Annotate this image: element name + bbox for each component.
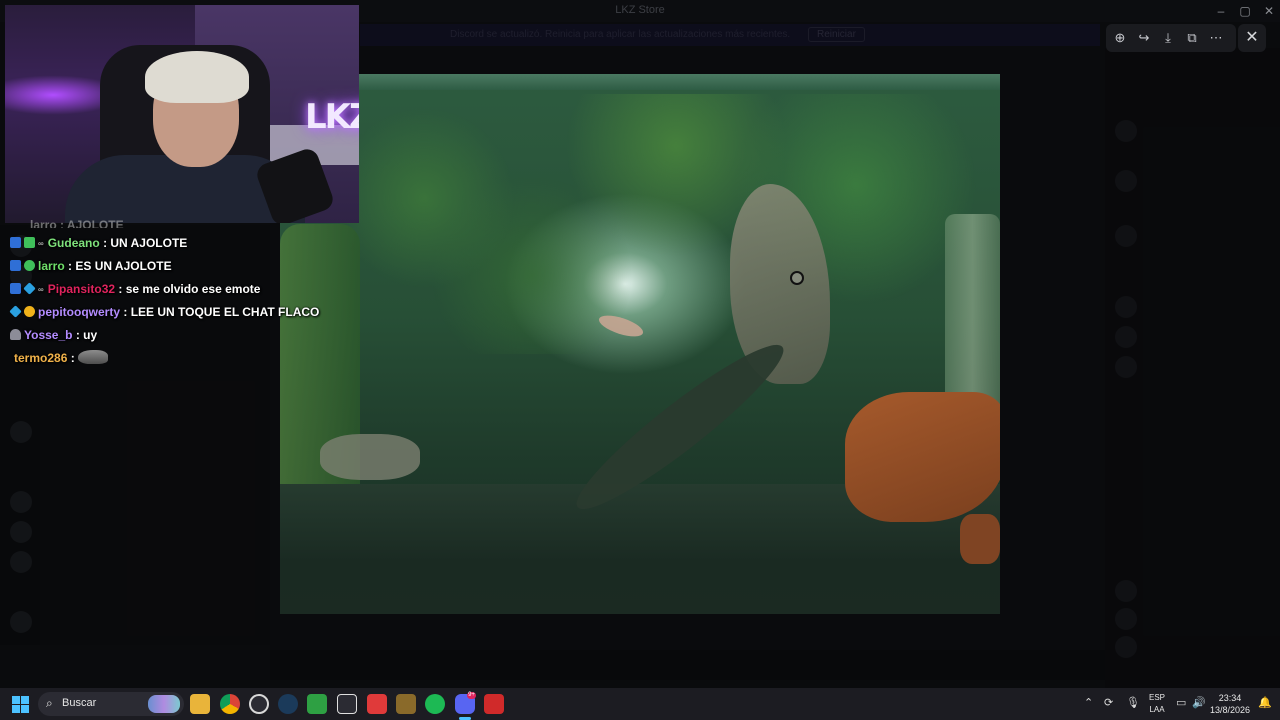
chat-text: : ES UN AJOLOTE (68, 259, 172, 273)
window-close-icon[interactable]: ✕ (1258, 2, 1280, 20)
chrome-icon[interactable] (220, 694, 240, 714)
chat-username: Gudeano (47, 236, 100, 250)
chat-text: : LEE UN TOQUE EL CHAT FLACO (123, 305, 320, 319)
image-aquarium-rim (280, 74, 1000, 90)
image-viewer-toolbar: ⊕ ↪ ⤓ ⧉ ⋯ (1106, 24, 1236, 52)
image-driftwood-piece (960, 514, 1000, 564)
chat-username: pepitooqwerty (38, 305, 121, 319)
aquarium-image[interactable] (280, 74, 1000, 614)
check-badge-icon (24, 260, 35, 271)
sub-badge-icon: ∞ (38, 239, 44, 248)
app-tools-icon[interactable] (396, 694, 416, 714)
sync-icon[interactable]: ⟳ (1104, 696, 1113, 709)
webcam-neon-sign: LKZ (305, 97, 359, 137)
chat-username: Yosse_b (24, 328, 73, 342)
language-code: ESP (1148, 693, 1165, 702)
webcam-person-hair (145, 51, 249, 103)
language-indicator[interactable]: ESP LAA (1146, 692, 1168, 716)
clock-time: 23:34 (1218, 693, 1242, 703)
image-plants (280, 94, 1000, 354)
taskbar-search[interactable]: ⌕ Buscar (38, 692, 184, 716)
download-icon[interactable]: ⤓ (1156, 24, 1180, 52)
car-emote-icon (78, 350, 109, 364)
app-terminal-icon[interactable] (337, 694, 357, 714)
chevron-up-icon[interactable]: ⌃ (1084, 696, 1093, 709)
keyboard-layout: LAA (1149, 705, 1165, 714)
app-news-icon[interactable] (484, 694, 504, 714)
chat-username: termo286 (14, 351, 68, 365)
windows-start-icon[interactable] (12, 696, 29, 713)
chat-message: Yosse_b : uy (10, 328, 97, 348)
chat-username: Pipansito32 (47, 282, 116, 296)
chat-message: ∞ Gudeano : UN AJOLOTE (10, 236, 187, 256)
maximize-icon[interactable]: ▢ (1234, 2, 1256, 20)
chat-text: : se me olvido ese emote (118, 282, 261, 296)
image-stone (320, 434, 420, 480)
volume-icon[interactable]: 🔊 (1192, 696, 1206, 709)
prime-badge-icon (10, 237, 21, 248)
open-external-icon[interactable]: ⧉ (1180, 24, 1204, 52)
chat-message: pepitooqwerty : LEE UN TOQUE EL CHAT FLA… (9, 305, 320, 325)
image-glass-tube (945, 214, 1000, 414)
obs-icon[interactable] (249, 694, 269, 714)
chat-text: : (70, 351, 75, 365)
windows-taskbar: ⌕ Buscar 9+ ⌃ ⟳ 🎙 ESP LAA ▭ 🔊 23:34 13/8… (0, 688, 1280, 720)
network-icon[interactable]: ▭ (1176, 696, 1186, 709)
search-label: Buscar (62, 697, 97, 709)
notifications-icon[interactable]: 🔔 (1258, 696, 1272, 709)
search-highlight-icon (148, 695, 180, 713)
chat-username: larro (38, 259, 65, 273)
chat-message: larro : ES UN AJOLOTE (10, 259, 172, 279)
chat-message: ∞ Pipansito32 : se me olvido ese emote (10, 282, 260, 302)
app-green-icon[interactable] (307, 694, 327, 714)
image-driftwood (845, 392, 1000, 522)
more-icon[interactable]: ⋯ (1204, 24, 1228, 52)
diamond-badge-icon (9, 305, 22, 318)
spotify-icon[interactable] (425, 694, 445, 714)
zoom-cursor-icon (790, 271, 804, 285)
search-icon: ⌕ (46, 696, 53, 710)
webcam-overlay: LKZ (5, 5, 359, 223)
forward-icon[interactable]: ↪ (1132, 24, 1156, 52)
steam-icon[interactable] (278, 694, 298, 714)
diamond-badge-icon (23, 282, 36, 295)
stream-chat: ∞ Gudeano : UN AJOLOTE larro : ES UN AJOL… (0, 218, 340, 378)
chat-text: : uy (75, 328, 98, 342)
gold-badge-icon (24, 306, 35, 317)
sub-badge-icon: ∞ (38, 285, 44, 294)
minimize-icon[interactable]: – (1210, 2, 1232, 20)
taskbar-clock[interactable]: 23:34 13/8/2026 (1206, 692, 1254, 716)
chat-text: : UN AJOLOTE (103, 236, 188, 250)
app-red-icon[interactable] (367, 694, 387, 714)
gem-badge-icon (24, 237, 35, 248)
discord-notification-badge: 9+ (467, 692, 476, 699)
microphone-icon[interactable]: 🎙 (1126, 696, 1140, 709)
zoom-icon[interactable]: ⊕ (1108, 24, 1132, 52)
clock-date: 13/8/2026 (1209, 705, 1251, 715)
close-viewer-button[interactable]: ✕ (1238, 24, 1266, 52)
chat-message: termo286 : (14, 350, 109, 370)
ghost-badge-icon (10, 329, 21, 340)
prime-badge-icon (10, 260, 21, 271)
file-explorer-icon[interactable] (190, 694, 210, 714)
prime-badge-icon (10, 283, 21, 294)
